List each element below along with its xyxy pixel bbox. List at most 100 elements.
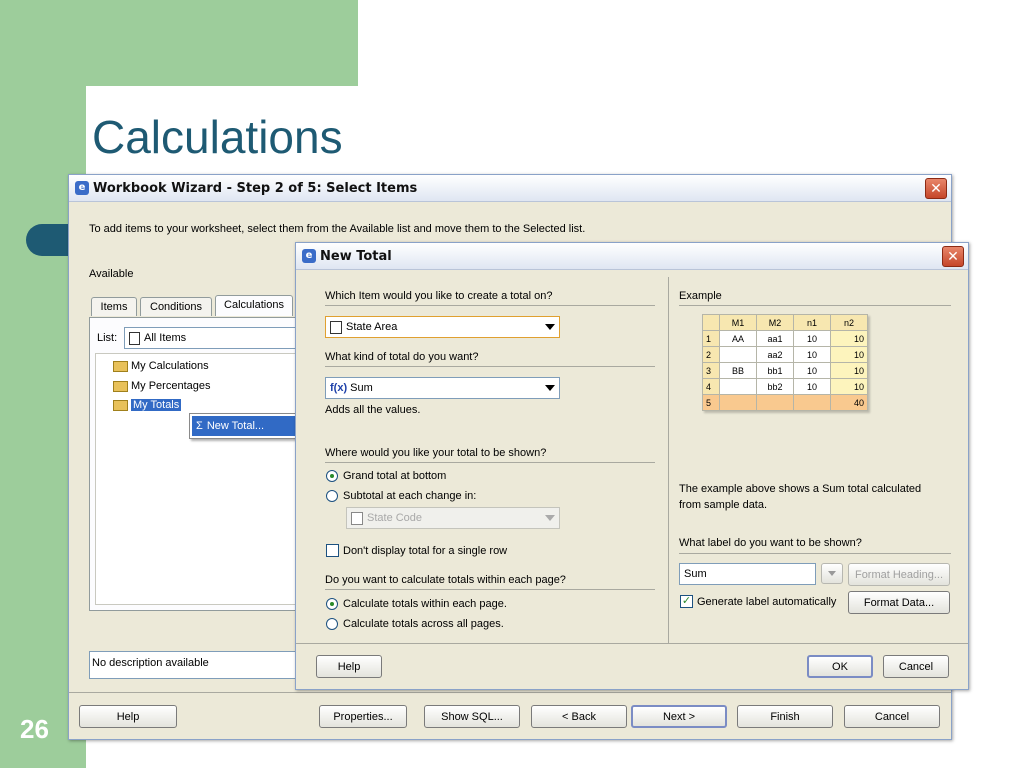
item-select[interactable]: State Area [325,316,560,338]
app-icon: e [302,249,316,263]
example-cell [719,394,757,411]
wizard-cancel-button[interactable]: Cancel [844,705,940,728]
example-table: M1 M2 n1 n2 1 AA aa1 10 10 2 aa2 10 10 3 BB bb1 10 10 4 bb2… [702,314,868,411]
generate-label-checkbox[interactable]: ✓ [680,595,693,608]
example-header-cell: n1 [793,314,831,331]
example-row: 5 40 [702,394,868,411]
tab-conditions[interactable]: Conditions [140,297,212,316]
example-cell: 40 [830,394,868,411]
new-total-close-button[interactable]: ✕ [942,246,964,267]
new-total-titlebar: e New Total [296,243,968,270]
table-icon [351,511,363,525]
label-dropdown-button[interactable] [821,563,843,584]
folder-icon [113,360,128,372]
available-label: Available [89,268,134,280]
item-select-value: State Area [346,321,398,333]
tree-item-my-calculations[interactable]: My Calculations [113,360,209,372]
chevron-down-icon [545,515,555,521]
where-question: Where would you like your total to be sh… [325,447,547,459]
single-row-checkbox[interactable] [326,544,339,557]
example-cell [719,346,757,363]
sum-icon: Σ [196,420,203,432]
example-cell: 10 [793,378,831,395]
dialog-cancel-button[interactable]: Cancel [883,655,949,678]
description-text: No description available [92,657,209,669]
page-question-separator [325,589,655,590]
page-question: Do you want to calculate totals within e… [325,574,566,586]
document-icon [129,331,140,345]
example-row: 2 aa2 10 10 [702,346,868,363]
format-heading-button[interactable]: Format Heading... [848,563,950,586]
example-cell [756,394,794,411]
example-cell [719,378,757,395]
item-question-separator [325,305,655,306]
example-cell: aa1 [756,330,794,347]
example-header-cell [702,314,720,331]
label-question-separator [679,553,951,554]
label-input-value: Sum [684,568,707,580]
wizard-close-button[interactable]: ✕ [925,178,947,199]
item-question: Which Item would you like to create a to… [325,290,553,302]
chevron-down-icon [828,570,836,576]
list-label: List: [97,332,118,344]
kind-question-separator [325,366,655,367]
example-cell [793,394,831,411]
function-icon: f(x) [330,382,348,394]
tree-item-my-percentages[interactable]: My Percentages [113,380,210,392]
example-cell: 3 [702,362,720,379]
dialog-help-button[interactable]: Help [316,655,382,678]
example-cell: 5 [702,394,720,411]
context-menu-new-total[interactable]: Σ New Total... [192,416,300,436]
folder-icon [113,399,128,411]
list-select[interactable]: All Items [124,327,304,349]
label-question: What label do you want to be shown? [679,537,862,549]
example-cell: 4 [702,378,720,395]
chevron-down-icon [545,385,555,391]
subtotal-select[interactable]: State Code [346,507,560,529]
kind-select[interactable]: f(x) Sum [325,377,560,399]
example-header-cell: M2 [756,314,794,331]
example-row: 4 bb2 10 10 [702,378,868,395]
new-total-title: New Total [320,248,392,264]
example-label: Example [679,290,722,302]
next-button[interactable]: Next > [631,705,727,728]
show-sql-button[interactable]: Show SQL... [424,705,520,728]
subtotal-radio[interactable] [326,490,338,502]
grand-total-label: Grand total at bottom [343,470,447,482]
context-menu: Σ New Total... [189,413,303,439]
slide-title: Calculations [92,111,343,163]
example-cell: 10 [793,346,831,363]
tab-calculations[interactable]: Calculations [215,295,293,316]
table-icon [330,320,342,334]
wizard-help-button[interactable]: Help [79,705,177,728]
tree-item-my-totals[interactable]: My Totals [113,399,182,411]
example-cell: 1 [702,330,720,347]
example-cell: 10 [830,362,868,379]
chevron-down-icon [545,324,555,330]
slide-green-top [86,0,358,86]
example-description-2: from sample data. [679,499,768,511]
label-input[interactable]: Sum [679,563,816,585]
slide-number: 26 [20,714,49,744]
example-separator [679,305,951,306]
kind-question: What kind of total do you want? [325,351,479,363]
across-pages-label: Calculate totals across all pages. [343,618,504,630]
example-cell: 10 [830,330,868,347]
example-cell: 2 [702,346,720,363]
finish-button[interactable]: Finish [737,705,833,728]
across-pages-radio[interactable] [326,618,338,630]
grand-total-radio[interactable] [326,470,338,482]
ok-button[interactable]: OK [807,655,873,678]
tab-items[interactable]: Items [91,297,137,316]
example-cell: bb1 [756,362,794,379]
example-grid: M1 M2 n1 n2 1 AA aa1 10 10 2 aa2 10 10 3 BB bb1 10 10 4 bb2… [702,314,868,411]
example-cell: 10 [793,330,831,347]
subtotal-select-value: State Code [367,512,423,524]
back-button[interactable]: < Back [531,705,627,728]
description-box: No description available [89,651,301,679]
example-row: 3 BB bb1 10 10 [702,362,868,379]
example-row: 1 AA aa1 10 10 [702,330,868,347]
properties-button[interactable]: Properties... [319,705,407,728]
within-page-radio[interactable] [326,598,338,610]
format-data-button[interactable]: Format Data... [848,591,950,614]
